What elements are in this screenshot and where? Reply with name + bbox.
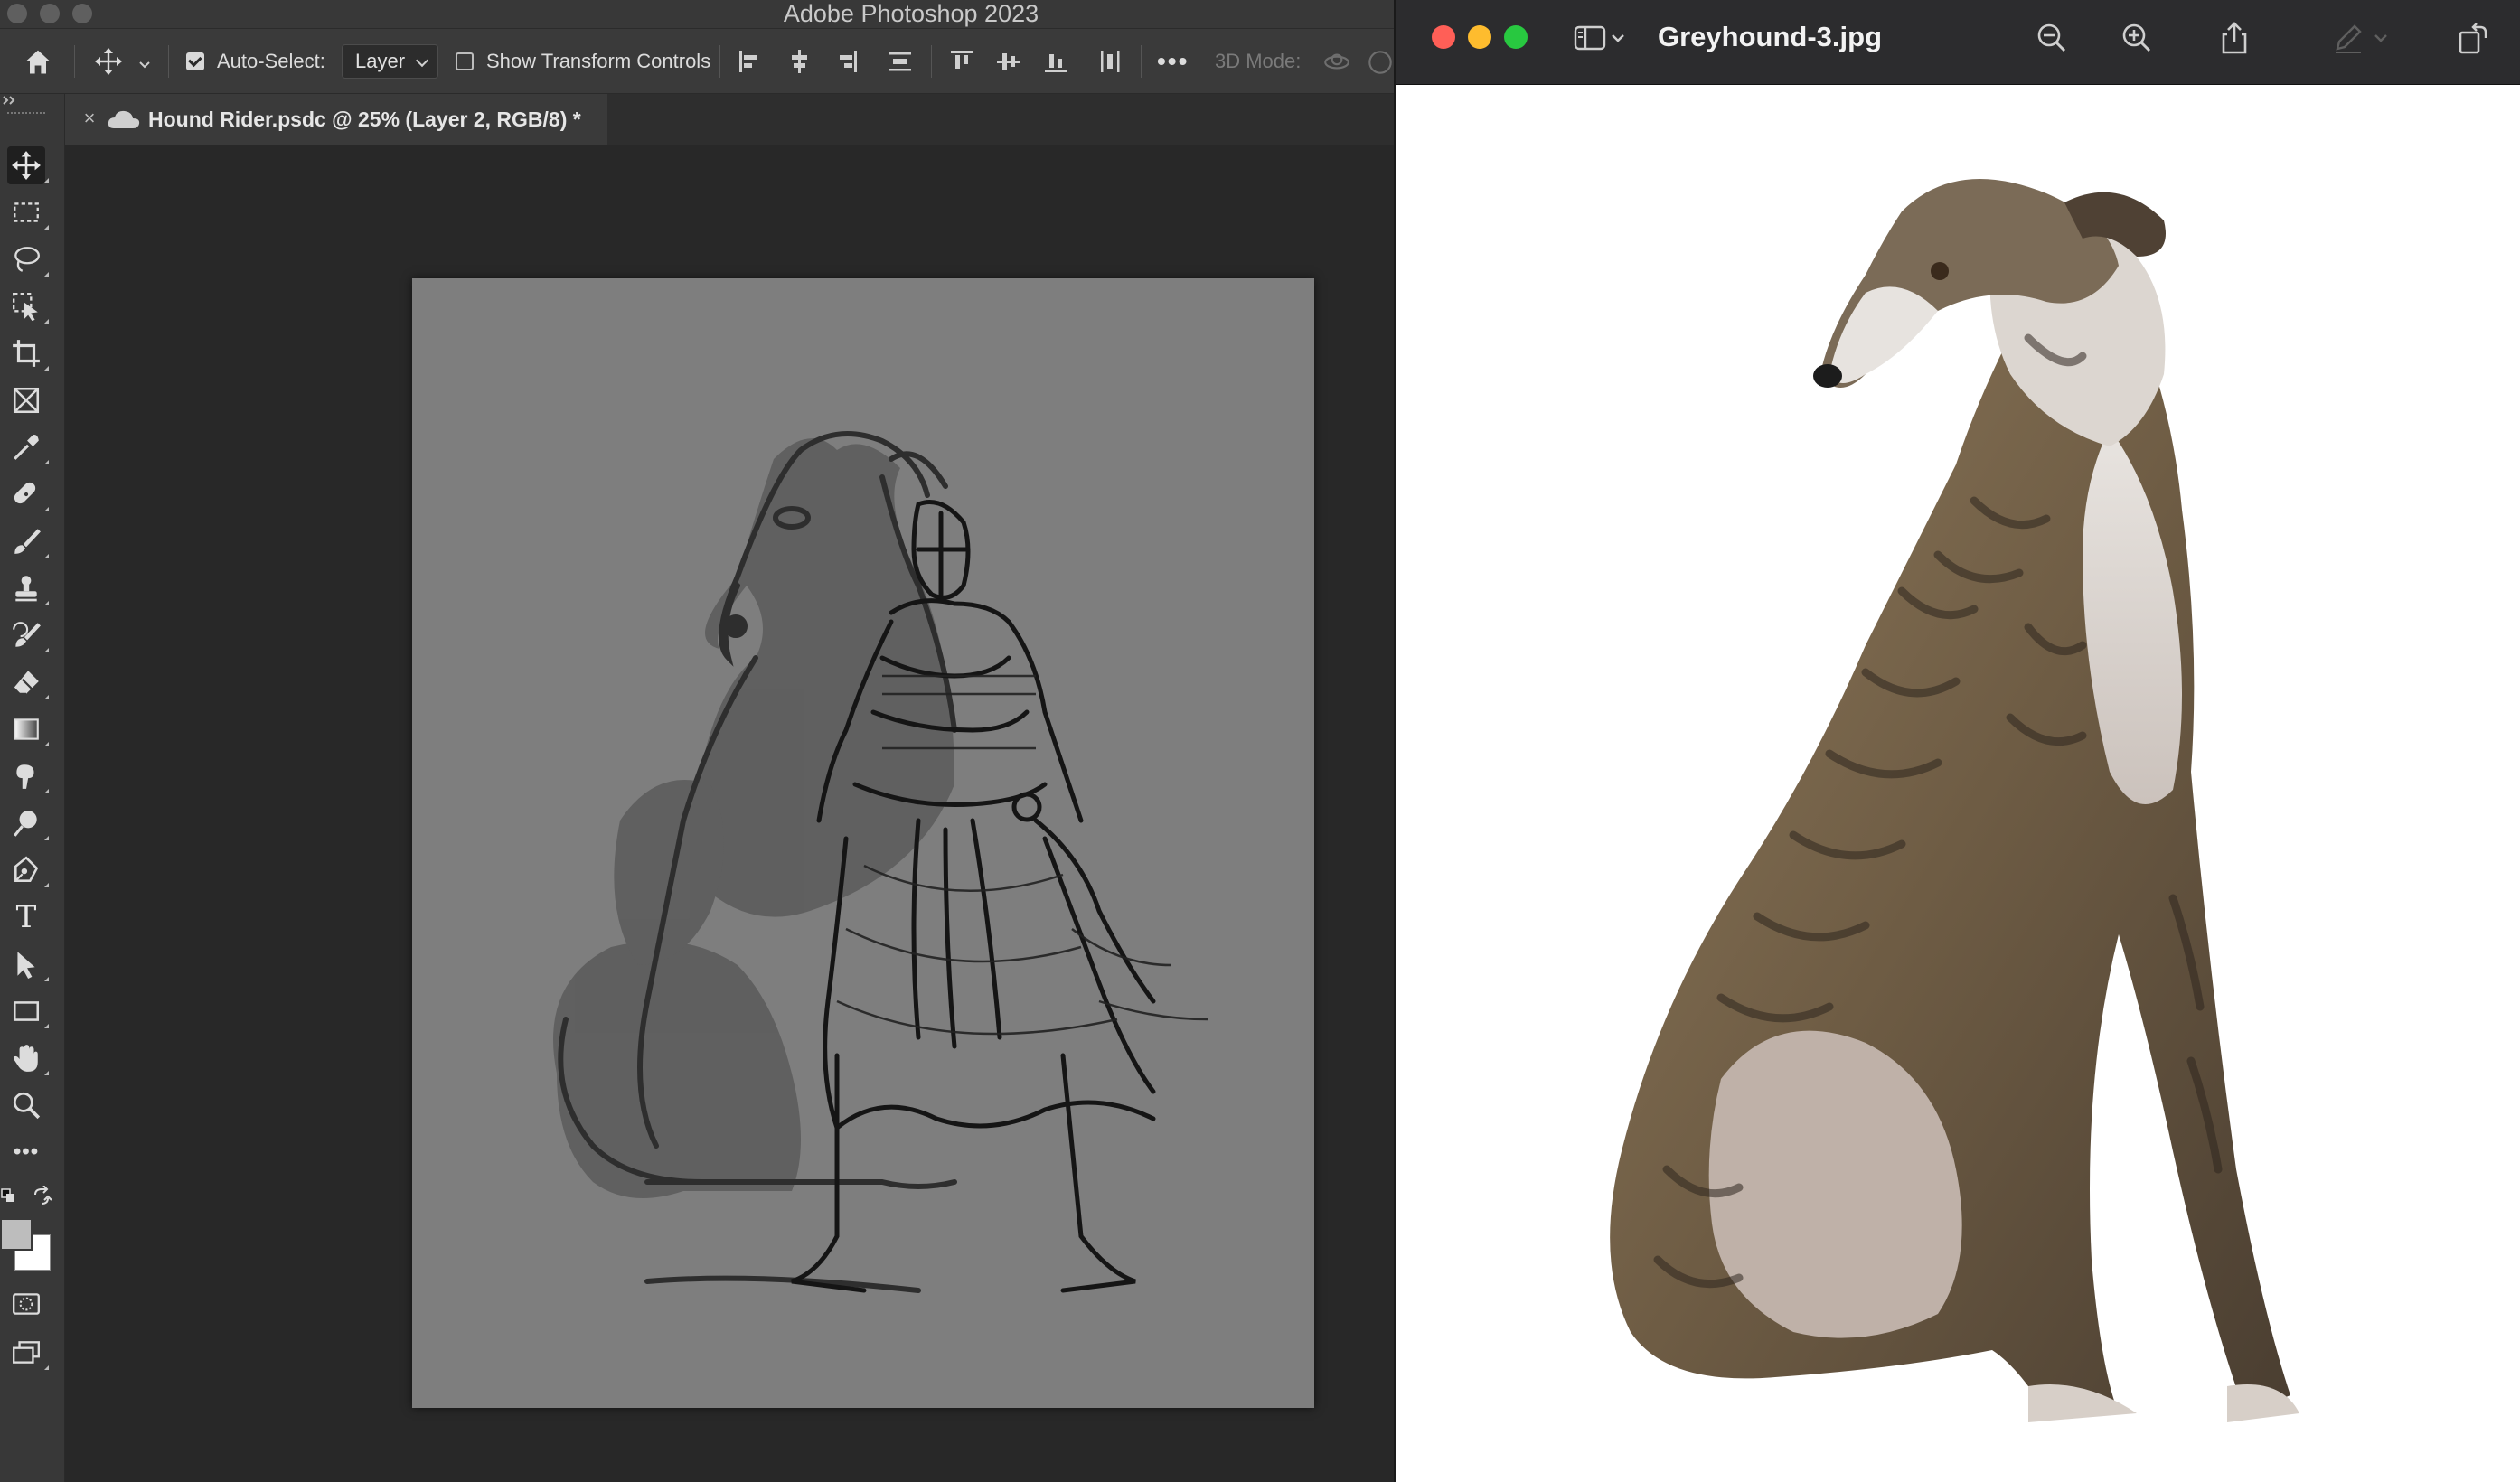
- type-icon[interactable]: T: [7, 898, 45, 936]
- healing-brush-icon[interactable]: [7, 475, 49, 513]
- align-center-icon[interactable]: [785, 47, 813, 76]
- more-options-button[interactable]: •••: [1157, 29, 1189, 94]
- tools-panel: T •••: [0, 94, 65, 1482]
- object-selection-icon[interactable]: [7, 287, 49, 325]
- dodge-icon[interactable]: [7, 804, 49, 842]
- close-tab-button[interactable]: ×: [78, 107, 101, 130]
- rectangular-marquee-icon[interactable]: [7, 193, 49, 231]
- zoom-out-icon[interactable]: [2034, 20, 2070, 56]
- greyhound-photo: [1396, 85, 2520, 1482]
- share-icon[interactable]: [2216, 20, 2252, 56]
- smudge-icon[interactable]: [7, 757, 49, 795]
- markup-pen-icon[interactable]: [2330, 20, 2366, 56]
- show-transform-checkbox-group[interactable]: Show Transform Controls: [456, 29, 710, 94]
- align-right-icon[interactable]: [832, 47, 860, 76]
- align-middle-icon[interactable]: [994, 47, 1023, 76]
- preview-window: Greyhound-3.jpg: [1394, 0, 2520, 1482]
- auto-select-checkbox[interactable]: [186, 52, 204, 70]
- quick-mask-icon[interactable]: [7, 1285, 45, 1323]
- rectangle-icon[interactable]: [7, 992, 49, 1030]
- document-canvas[interactable]: [412, 278, 1314, 1408]
- auto-select-checkbox-group[interactable]: Auto-Select:: [186, 29, 325, 94]
- align-left-icon[interactable]: [736, 47, 765, 76]
- swap-colors-icon[interactable]: [31, 1185, 52, 1207]
- document-tab-bar: × Hound Rider.psdc @ 25% (Layer 2, RGB/8…: [65, 94, 1394, 145]
- rotate-icon[interactable]: [2455, 20, 2491, 56]
- chevron-down-icon[interactable]: [137, 54, 152, 69]
- path-selection-icon[interactable]: [7, 945, 49, 983]
- pen-icon[interactable]: [7, 851, 49, 889]
- app-title: Adobe Photoshop 2023: [783, 0, 1039, 27]
- auto-select-target-value: Layer: [355, 50, 406, 72]
- markup-chevron-icon[interactable]: [2372, 20, 2390, 56]
- eyedropper-icon[interactable]: [7, 428, 49, 466]
- panel-collapse-icon[interactable]: [2, 94, 24, 112]
- 3d-mode-label: 3D Mode:: [1215, 50, 1302, 72]
- preview-close-button[interactable]: [1432, 25, 1455, 49]
- auto-select-target-wrap: Layer: [342, 29, 439, 94]
- 3d-orbit-icon[interactable]: [1321, 47, 1350, 76]
- home-icon[interactable]: [22, 45, 51, 74]
- document-tab-title: Hound Rider.psdc @ 25% (Layer 2, RGB/8) …: [148, 108, 581, 131]
- more-tools-icon[interactable]: •••: [7, 1133, 45, 1171]
- crop-icon[interactable]: [7, 334, 49, 372]
- photoshop-window: Adobe Photoshop 2023 Auto-Select: Layer …: [0, 0, 1394, 1482]
- gradient-icon[interactable]: [7, 710, 49, 748]
- auto-select-label: Auto-Select:: [217, 50, 325, 72]
- photoshop-title-bar: Adobe Photoshop 2023: [0, 0, 1394, 29]
- canvas-workspace[interactable]: [65, 145, 1394, 1482]
- chevron-down-icon[interactable]: [1609, 20, 1627, 56]
- move-tool-icon[interactable]: [7, 146, 49, 184]
- show-transform-label: Show Transform Controls: [486, 50, 711, 72]
- preview-minimize-button[interactable]: [1468, 25, 1491, 49]
- foreground-color-swatch[interactable]: [0, 1218, 33, 1251]
- lasso-icon[interactable]: [7, 240, 49, 278]
- screen-mode-icon[interactable]: [7, 1334, 49, 1372]
- auto-select-target-dropdown[interactable]: Layer: [342, 44, 439, 79]
- zoom-in-icon[interactable]: [2119, 20, 2155, 56]
- align-bottom-icon[interactable]: [1041, 47, 1070, 76]
- history-brush-icon[interactable]: [7, 616, 49, 654]
- preview-window-title: Greyhound-3.jpg: [1658, 21, 1882, 52]
- align-top-icon[interactable]: [947, 47, 976, 76]
- default-colors-icon[interactable]: [0, 1187, 16, 1204]
- clone-stamp-icon[interactable]: [7, 569, 49, 607]
- sidebar-toggle-icon[interactable]: [1573, 20, 1609, 56]
- move-tool-preset-icon[interactable]: [94, 47, 123, 76]
- show-transform-checkbox[interactable]: [456, 52, 474, 70]
- cloud-document-icon: [107, 108, 141, 130]
- hound-rider-sketch: [553, 431, 1208, 1293]
- hand-icon[interactable]: [7, 1039, 49, 1077]
- greyhound-illustration: [1610, 179, 2299, 1422]
- frame-icon[interactable]: [7, 381, 45, 419]
- preview-zoom-button[interactable]: [1504, 25, 1528, 49]
- 3d-roll-icon[interactable]: [1365, 47, 1394, 76]
- distribute-horizontal-icon[interactable]: [1095, 47, 1124, 76]
- eraser-icon[interactable]: [7, 663, 49, 701]
- distribute-vertical-icon[interactable]: [886, 47, 915, 76]
- brush-icon[interactable]: [7, 522, 49, 560]
- options-bar: Auto-Select: Layer Show Transform Contro…: [0, 29, 1394, 94]
- document-tab[interactable]: × Hound Rider.psdc @ 25% (Layer 2, RGB/8…: [65, 94, 607, 145]
- zoom-icon[interactable]: [7, 1086, 45, 1124]
- preview-title-bar: Greyhound-3.jpg: [1396, 0, 2520, 85]
